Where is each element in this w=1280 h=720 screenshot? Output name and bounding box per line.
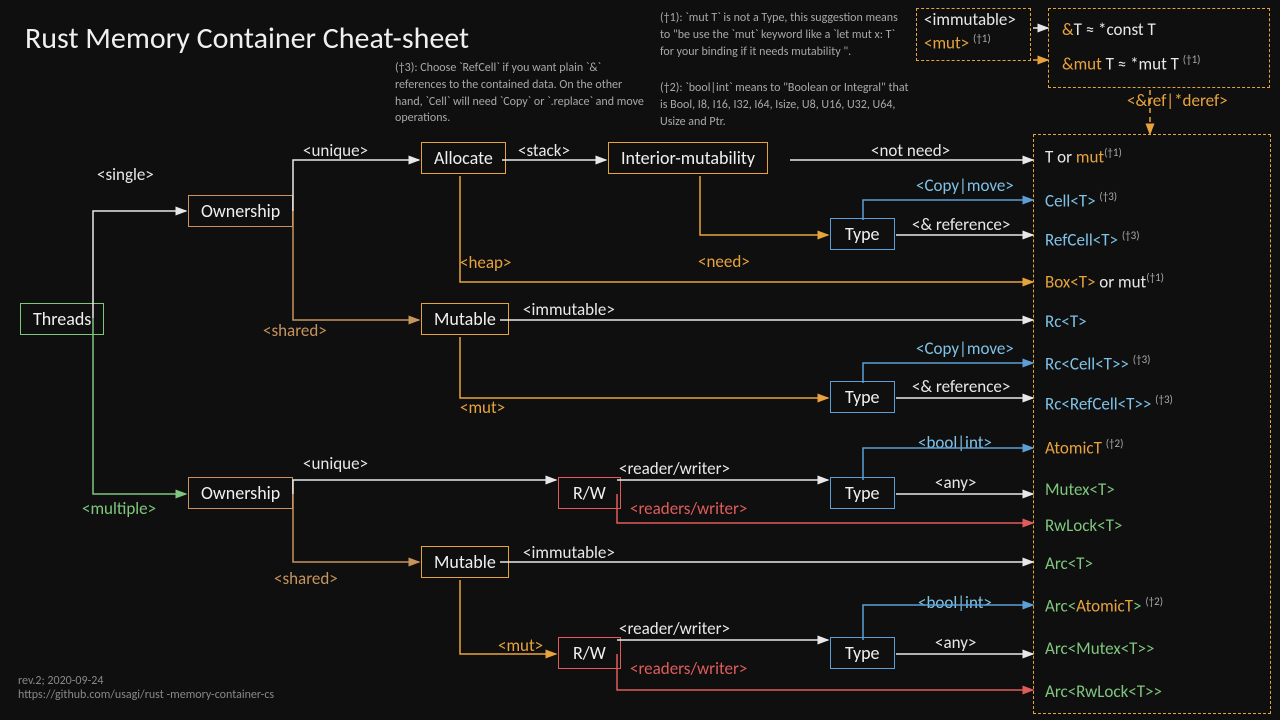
end-atomict: AtomicT (†2)	[1045, 436, 1123, 460]
lbl-need: <need>	[698, 251, 750, 272]
lbl-readerwriter-2: <reader/writer>	[619, 618, 730, 639]
end-tormut: T or mut(†1)	[1045, 145, 1122, 169]
end-rccell: Rc<Cell<T>> (†3)	[1045, 352, 1150, 376]
node-type-4: Type	[830, 637, 895, 669]
lbl-shared-1: <shared>	[263, 320, 327, 341]
node-mutable-1: Mutable	[421, 303, 509, 335]
lbl-boolint-2: <bool|int>	[918, 592, 992, 613]
note-t2: (†2): `bool|int` means to "Boolean or In…	[660, 80, 910, 130]
node-mutable-2: Mutable	[421, 546, 509, 578]
lbl-immutable-1: <immutable>	[523, 299, 615, 320]
lbl-immutable-2: <immutable>	[523, 542, 615, 563]
end-mutT: &mut T ≈ *mut T (†1)	[1062, 52, 1200, 76]
end-cell: Cell<T> (†3)	[1045, 189, 1117, 213]
end-constT: &&T ≈ *const TT ≈ *const T	[1062, 18, 1156, 41]
lbl-stack: <stack>	[518, 140, 570, 161]
revision-footer: rev.2; 2020-09-24 https://github.com/usa…	[18, 674, 274, 702]
lbl-any-1: <any>	[935, 472, 976, 493]
note-t1: (†1): `mut T` is not a Type, this sugges…	[660, 10, 910, 60]
lbl-heap: <heap>	[460, 252, 511, 273]
end-arc: Arc<T>	[1045, 552, 1093, 575]
end-rcrefcell: Rc<RefCell<T>> (†3)	[1045, 392, 1173, 416]
lbl-topbox-mut: <mut> (†1)	[924, 32, 991, 54]
lbl-mut-2: <mut>	[498, 635, 543, 656]
lbl-unique-2: <unique>	[303, 453, 368, 474]
node-allocate: Allocate	[421, 142, 506, 174]
lbl-refderef: <&ref|*deref>	[1127, 90, 1228, 111]
node-threads: Threads	[20, 303, 104, 335]
lbl-single: <single>	[97, 164, 154, 185]
lbl-copymove-2: <Copy|move>	[916, 338, 1014, 359]
lbl-readerwriter-1: <reader/writer>	[619, 458, 730, 479]
lbl-unique-1: <unique>	[303, 140, 368, 161]
lbl-ref-2: <& reference>	[912, 376, 1010, 397]
end-arcmutex: Arc<Mutex<T>>	[1045, 637, 1154, 660]
node-type-3: Type	[830, 477, 895, 509]
lbl-readerswriter-2: <readers/writer>	[630, 658, 747, 679]
note-t3: (†3): Choose `RefCell` if you want plain…	[395, 60, 645, 127]
lbl-multiple: <multiple>	[82, 498, 156, 519]
node-rw-1: R/W	[558, 477, 621, 509]
end-mutex: Mutex<T>	[1045, 478, 1115, 501]
node-ownership-1: Ownership	[188, 195, 293, 227]
node-type-1: Type	[830, 218, 895, 250]
node-rw-2: R/W	[558, 637, 621, 669]
end-rc: Rc<T>	[1045, 310, 1087, 333]
lbl-copymove-1: <Copy|move>	[916, 175, 1014, 196]
lbl-any-2: <any>	[935, 632, 976, 653]
lbl-mut-1: <mut>	[460, 397, 505, 418]
end-refcell: RefCell<T> (†3)	[1045, 228, 1140, 252]
end-arcrwlock: Arc<RwLock<T>>	[1045, 680, 1162, 703]
lbl-notneed: <not need>	[871, 140, 950, 161]
lbl-readerswriter-1: <readers/writer>	[630, 498, 747, 519]
node-interior: Interior-mutability	[608, 142, 768, 174]
lbl-ref-1: <& reference>	[912, 214, 1010, 235]
end-arcatomic: Arc<AtomicT> (†2)	[1045, 594, 1163, 618]
page-title: Rust Memory Container Cheat-sheet	[25, 20, 469, 57]
node-ownership-2: Ownership	[188, 477, 293, 509]
end-box: Box<T> or mut(†1)	[1045, 270, 1164, 294]
dash-results	[1033, 134, 1271, 714]
node-type-2: Type	[830, 381, 895, 413]
lbl-topbox-immutable: <immutable>	[924, 9, 1016, 30]
lbl-shared-2: <shared>	[274, 568, 338, 589]
lbl-boolint-1: <bool|int>	[918, 432, 992, 453]
end-rwlock: RwLock<T>	[1045, 514, 1122, 537]
